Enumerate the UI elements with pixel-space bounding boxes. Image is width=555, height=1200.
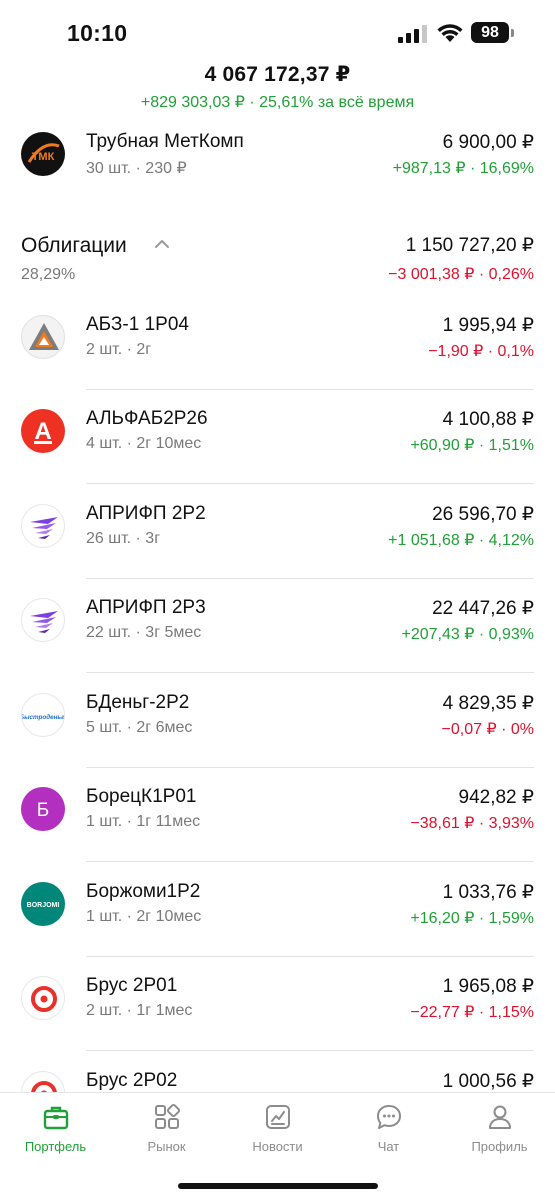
row-divider bbox=[86, 483, 534, 484]
chat-icon bbox=[377, 1105, 401, 1129]
row-change: +60,90 ₽ · 1,51% bbox=[410, 437, 534, 454]
borets-logo-letter: Б bbox=[37, 800, 49, 821]
row-name: Брус 2Р01 bbox=[86, 975, 178, 996]
row-sub: 30 шт. · 230 ₽ bbox=[86, 160, 187, 177]
row-value: 1 033,76 ₽ bbox=[442, 882, 534, 903]
row-value: 1 995,94 ₽ bbox=[442, 315, 534, 336]
tmk-logo-icon: ТМК bbox=[21, 132, 65, 176]
row-divider bbox=[86, 861, 534, 862]
row-change: −38,61 ₽ · 3,93% bbox=[410, 815, 534, 832]
row-name: Брус 2Р02 bbox=[86, 1070, 178, 1091]
alfa-logo-icon: А bbox=[21, 409, 65, 453]
bond-row-borets[interactable]: Б БорецК1Р01 1 шт. · 1г 11мес 942,82 ₽ −… bbox=[0, 768, 555, 862]
tab-profile[interactable]: Профиль bbox=[444, 1093, 555, 1173]
tab-label: Рынок bbox=[147, 1139, 186, 1154]
row-sub: 2 шт. · 2г bbox=[86, 341, 152, 358]
aprifp-logo-icon bbox=[21, 504, 65, 548]
chart-icon bbox=[266, 1105, 290, 1129]
bystrodengi-logo-text: Быстроденьги bbox=[22, 713, 65, 721]
row-change: −0,07 ₽ · 0% bbox=[441, 721, 534, 738]
status-time: 10:10 bbox=[67, 20, 128, 46]
row-sub: 22 шт. · 3г 5мес bbox=[86, 624, 202, 641]
row-name: АЛЬФАБ2Р26 bbox=[86, 408, 208, 429]
row-name: Трубная МетКомп bbox=[86, 131, 244, 152]
row-change: +1 051,68 ₽ · 4,12% bbox=[388, 532, 534, 549]
home-indicator[interactable] bbox=[178, 1183, 378, 1189]
portfolio-total: 4 067 172,37 ₽ bbox=[204, 63, 351, 86]
section-value: 1 150 727,20 ₽ bbox=[405, 235, 534, 256]
tab-label: Новости bbox=[252, 1139, 303, 1154]
portfolio-summary: 4 067 172,37 ₽ +829 303,03 ₽ · 25,61% за… bbox=[0, 62, 555, 112]
row-name: Боржоми1Р2 bbox=[86, 881, 201, 902]
cellular-signal-icon bbox=[398, 25, 427, 43]
wifi-icon bbox=[437, 24, 463, 42]
section-change: −3 001,38 ₽ · 0,26% bbox=[388, 266, 534, 283]
battery-icon: 98 bbox=[471, 22, 509, 43]
bond-row-borjomi[interactable]: BORJOMI Боржоми1Р2 1 шт. · 2г 10мес 1 03… bbox=[0, 863, 555, 957]
borets-logo-icon: Б bbox=[21, 787, 65, 831]
row-value: 26 596,70 ₽ bbox=[432, 504, 534, 525]
tmk-logo-text: ТМК bbox=[32, 151, 55, 163]
bond-row-aprifp-3[interactable]: АПРИФП 2Р3 22 шт. · 3г 5мес 22 447,26 ₽ … bbox=[0, 579, 555, 673]
alfa-logo-letter: А bbox=[34, 418, 51, 445]
bond-row-bdeng[interactable]: Быстроденьги БДеньг-2Р2 5 шт. · 2г 6мес … bbox=[0, 674, 555, 768]
row-value: 6 900,00 ₽ bbox=[442, 132, 534, 153]
tab-market[interactable]: Рынок bbox=[111, 1093, 222, 1173]
briefcase-icon bbox=[43, 1106, 69, 1130]
row-name: АБЗ-1 1Р04 bbox=[86, 314, 189, 335]
row-value: 942,82 ₽ bbox=[458, 787, 534, 808]
grid-icon bbox=[155, 1103, 181, 1129]
row-name: АПРИФП 2Р3 bbox=[86, 597, 206, 618]
row-change: −1,90 ₽ · 0,1% bbox=[428, 343, 534, 360]
row-sub: 5 шт. · 2г 6мес bbox=[86, 719, 193, 736]
tab-chat[interactable]: Чат bbox=[333, 1093, 444, 1173]
row-value: 1 965,08 ₽ bbox=[442, 976, 534, 997]
row-divider bbox=[86, 1050, 534, 1051]
row-value: 1 000,56 ₽ bbox=[442, 1071, 534, 1092]
row-name: БорецК1Р01 bbox=[86, 786, 197, 807]
portfolio-change: +829 303,03 ₽ · 25,61% за всё время bbox=[0, 92, 555, 112]
tab-label: Портфель bbox=[24, 1139, 87, 1154]
row-sub: 2 шт. · 1г 1мес bbox=[86, 1002, 193, 1019]
tab-portfolio[interactable]: Портфель bbox=[0, 1093, 111, 1173]
portfolio-change-value: +829 303,03 ₽ · 25,61% bbox=[140, 94, 314, 111]
row-change: +987,13 ₽ · 16,69% bbox=[392, 160, 534, 177]
abz-logo-icon bbox=[21, 315, 65, 359]
borjomi-logo-icon: BORJOMI bbox=[21, 882, 65, 926]
battery-cap bbox=[511, 29, 514, 37]
aprifp-logo-icon bbox=[21, 598, 65, 642]
row-change: +16,20 ₽ · 1,59% bbox=[410, 910, 534, 927]
bystrodengi-logo-icon: Быстроденьги bbox=[21, 693, 65, 737]
bond-row-abz[interactable]: АБЗ-1 1Р04 2 шт. · 2г 1 995,94 ₽ −1,90 ₽… bbox=[0, 296, 555, 390]
tab-label: Чат bbox=[377, 1139, 400, 1154]
row-change: +207,43 ₽ · 0,93% bbox=[401, 626, 535, 643]
brus-logo-icon bbox=[21, 976, 65, 1020]
row-sub: 4 шт. · 2г 10мес bbox=[86, 435, 202, 452]
row-value: 22 447,26 ₽ bbox=[432, 598, 534, 619]
row-value: 4 100,88 ₽ bbox=[442, 409, 534, 430]
borjomi-logo-text: BORJOMI bbox=[27, 902, 60, 909]
bond-row-brus-1[interactable]: Брус 2Р01 2 шт. · 1г 1мес 1 965,08 ₽ −22… bbox=[0, 957, 555, 1051]
tab-label: Профиль bbox=[471, 1139, 528, 1154]
section-title: Облигации bbox=[21, 234, 127, 257]
chevron-up-icon[interactable] bbox=[154, 236, 170, 252]
row-name: БДеньг-2Р2 bbox=[86, 692, 190, 713]
row-change: −22,77 ₽ · 1,15% bbox=[410, 1004, 534, 1021]
bonds-section-header[interactable]: Облигации 28,29% 1 150 727,20 ₽ −3 001,3… bbox=[0, 226, 555, 296]
tab-news[interactable]: Новости bbox=[222, 1093, 333, 1173]
person-icon bbox=[489, 1105, 511, 1129]
row-value: 4 829,35 ₽ bbox=[442, 693, 534, 714]
section-percent: 28,29% bbox=[21, 266, 76, 283]
bond-row-aprifp-2[interactable]: АПРИФП 2Р2 26 шт. · 3г 26 596,70 ₽ +1 05… bbox=[0, 485, 555, 579]
row-sub: 26 шт. · 3г bbox=[86, 530, 161, 547]
bond-row-alfa[interactable]: А АЛЬФАБ2Р26 4 шт. · 2г 10мес 4 100,88 ₽… bbox=[0, 390, 555, 484]
row-sub: 1 шт. · 2г 10мес bbox=[86, 908, 202, 925]
row-sub: 1 шт. · 1г 11мес bbox=[86, 813, 201, 830]
status-bar: 10:10 98 bbox=[0, 0, 555, 62]
row-divider bbox=[86, 672, 534, 673]
row-name: АПРИФП 2Р2 bbox=[86, 503, 206, 524]
stock-row-tmk[interactable]: ТМК Трубная МетКомп 30 шт. · 230 ₽ 6 900… bbox=[0, 113, 555, 207]
portfolio-change-period: за всё время bbox=[317, 94, 415, 111]
